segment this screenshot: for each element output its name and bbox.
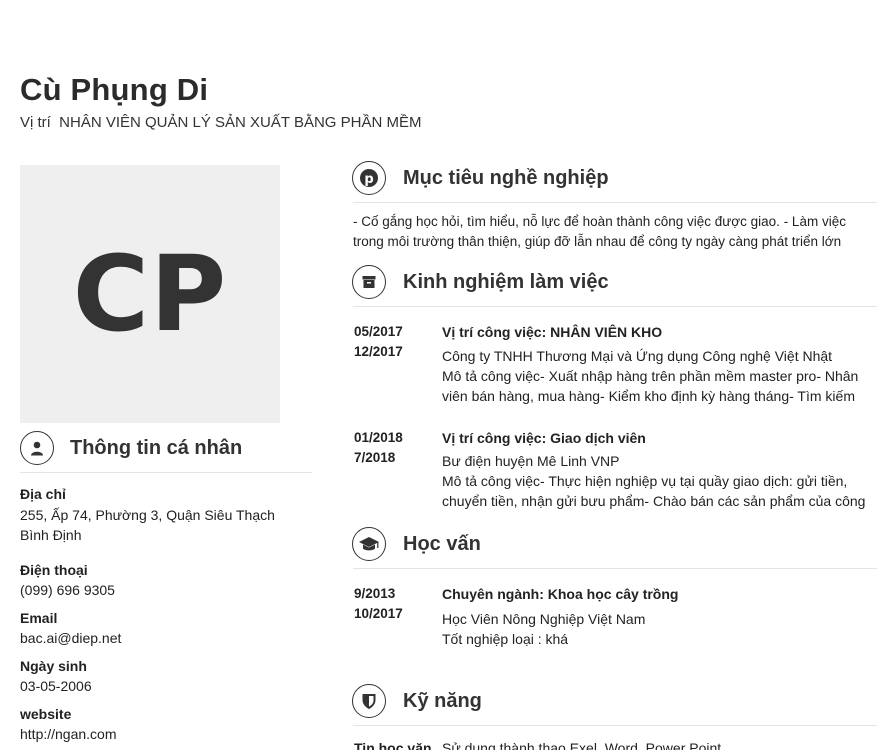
phone-value: (099) 696 9305 xyxy=(20,582,115,598)
avatar-initials: CP xyxy=(72,233,228,355)
education-1-result: Tốt nghiệp loại : khá xyxy=(442,631,569,647)
objective-text: - Cố gắng học hỏi, tìm hiểu, nỗ lực để h… xyxy=(353,214,846,249)
archive-icon xyxy=(352,265,386,299)
phone-label: Điện thoại xyxy=(20,562,88,578)
website-label: website xyxy=(20,706,72,722)
education-1-school: Học Viên Nông Nghiệp Việt Nam xyxy=(442,611,646,627)
experience-1-company: Công ty TNHH Thương Mại và Ứng dụng Công… xyxy=(442,348,833,364)
website-value: http://ngan.com xyxy=(20,726,117,742)
candidate-name: Cù Phụng Di xyxy=(20,72,209,107)
education-1-title: Chuyên ngành: Khoa học cây trồng xyxy=(442,586,679,602)
skill-1-description: Sử dụng thành thạo Exel, Word, Power Poi… xyxy=(442,740,722,750)
skills-divider xyxy=(353,725,877,726)
experience-1-end: 12/2017 xyxy=(354,344,403,359)
email-label: Email xyxy=(20,610,58,626)
experience-1-start: 05/2017 xyxy=(354,324,403,339)
education-1-start: 9/2013 xyxy=(354,586,396,601)
experience-1-description: Mô tả công việc- Xuất nhập hàng trên phầ… xyxy=(442,368,859,404)
objective-divider xyxy=(353,202,877,203)
skills-title: Kỹ năng xyxy=(403,690,482,712)
experience-title: Kinh nghiệm làm việc xyxy=(403,271,609,293)
birthdate-label: Ngày sinh xyxy=(20,658,87,674)
personal-info-divider xyxy=(20,472,312,473)
address-label: Địa chỉ xyxy=(20,486,66,502)
experience-2-company: Bư điện huyện Mê Linh VNP xyxy=(442,453,620,469)
email-value: bac.ai@diep.net xyxy=(20,630,122,646)
education-title: Học vấn xyxy=(403,533,481,555)
skill-1-name: Tin học văn xyxy=(354,740,432,750)
education-1-end: 10/2017 xyxy=(354,606,403,621)
avatar: CP xyxy=(20,165,280,423)
personal-info-title: Thông tin cá nhân xyxy=(70,437,243,459)
experience-2-title: Vị trí công việc: Giao dịch viên xyxy=(442,430,646,446)
address-value: 255, Ấp 74, Phường 3, Quận Siêu Thạch Bì… xyxy=(20,507,275,543)
objective-title: Mục tiêu nghề nghiệp xyxy=(403,167,609,189)
education-divider xyxy=(353,568,877,569)
experience-2-description: Mô tả công việc- Thực hiện nghiệp vụ tại… xyxy=(442,473,866,509)
graduation-cap-icon xyxy=(352,527,386,561)
job-position: Vị trí NHÂN VIÊN QUẢN LÝ SẢN XUẤT BẰNG P… xyxy=(20,114,422,131)
experience-2-end: 7/2018 xyxy=(354,450,396,465)
experience-1-title: Vị trí công việc: NHÂN VIÊN KHO xyxy=(442,324,663,340)
experience-2-start: 01/2018 xyxy=(354,430,403,445)
svg-text:p: p xyxy=(364,172,373,187)
user-icon xyxy=(20,431,54,465)
pinterest-icon: p xyxy=(352,161,386,195)
experience-divider xyxy=(353,306,877,307)
shield-icon xyxy=(352,684,386,718)
birthdate-value: 03-05-2006 xyxy=(20,678,92,694)
